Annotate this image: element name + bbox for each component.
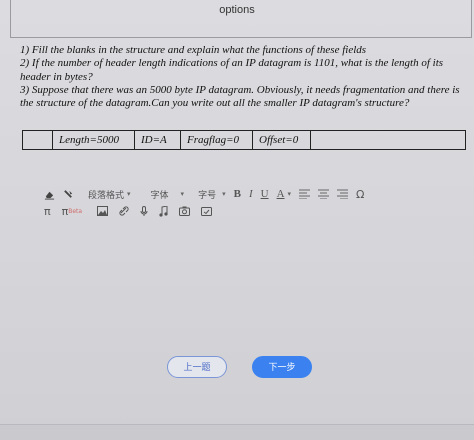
- pi-beta-label: π: [61, 204, 69, 218]
- image-icon[interactable]: [97, 206, 109, 216]
- eraser-icon[interactable]: [44, 189, 55, 200]
- pi-beta-formula-button[interactable]: π Beta: [62, 205, 82, 218]
- font-color-button[interactable]: A ▾: [277, 188, 291, 200]
- format-painter-icon[interactable]: [63, 189, 74, 200]
- align-right-icon[interactable]: [337, 189, 349, 199]
- datagram-cell-fragflag: Fragflag=0: [181, 131, 253, 149]
- pi-formula-button[interactable]: π: [44, 205, 51, 218]
- screenshot-icon[interactable]: [201, 206, 213, 216]
- question-line-2: 2) If the number of header length indica…: [20, 57, 444, 83]
- chevron-down-icon: ▾: [287, 190, 292, 198]
- paragraph-format-select[interactable]: 段落格式 ▾: [88, 188, 131, 201]
- editor-toolbar-row-1: 段落格式 ▾ 字体 ▾ 字号 ▾ B I U A ▾ Ω: [44, 186, 364, 202]
- next-step-button[interactable]: 下一步: [252, 356, 312, 378]
- editor-toolbar-row-2: π π Beta: [44, 203, 213, 219]
- datagram-cell-blank-left: [23, 131, 53, 149]
- camera-icon[interactable]: [179, 206, 191, 216]
- paragraph-format-label: 段落格式: [88, 190, 125, 201]
- datagram-structure-table: Length=5000 ID=A Fragflag=0 Offset=0: [22, 130, 466, 150]
- datagram-cell-length: Length=5000: [53, 131, 135, 149]
- screen: options 1) Fill the blanks in the struct…: [0, 0, 474, 440]
- music-note-icon[interactable]: [159, 205, 168, 217]
- bold-button[interactable]: B: [234, 188, 241, 200]
- font-size-select[interactable]: 字号 ▾: [198, 188, 226, 201]
- datagram-cell-blank-right: [311, 131, 465, 149]
- omega-symbol-button[interactable]: Ω: [356, 188, 364, 201]
- bottom-bar: [0, 424, 474, 440]
- align-left-icon[interactable]: [299, 189, 311, 199]
- question-text: 1) Fill the blanks in the structure and …: [20, 44, 460, 110]
- datagram-cell-offset: Offset=0: [253, 131, 311, 149]
- question-line-3: 3) Suppose that there was an 5000 byte I…: [20, 83, 460, 110]
- font-family-label: 字体: [150, 190, 169, 201]
- underline-button[interactable]: U: [261, 188, 269, 200]
- microphone-icon[interactable]: [140, 205, 148, 217]
- beta-badge: Beta: [68, 207, 83, 215]
- chevron-down-icon: ▾: [222, 190, 226, 198]
- datagram-cell-id: ID=A: [135, 131, 181, 149]
- italic-button[interactable]: I: [249, 188, 253, 200]
- question-line-1: 1) Fill the blanks in the structure and …: [20, 44, 367, 56]
- font-family-select[interactable]: 字体 ▾: [151, 188, 185, 201]
- chevron-down-icon: ▾: [127, 190, 131, 198]
- font-size-label: 字号: [198, 190, 217, 201]
- chevron-down-icon: ▾: [180, 190, 185, 198]
- link-icon[interactable]: [119, 206, 129, 216]
- font-color-label: A: [276, 188, 285, 200]
- align-center-icon[interactable]: [318, 189, 330, 199]
- previous-question-button[interactable]: 上一题: [167, 356, 227, 378]
- options-label: options: [219, 4, 255, 16]
